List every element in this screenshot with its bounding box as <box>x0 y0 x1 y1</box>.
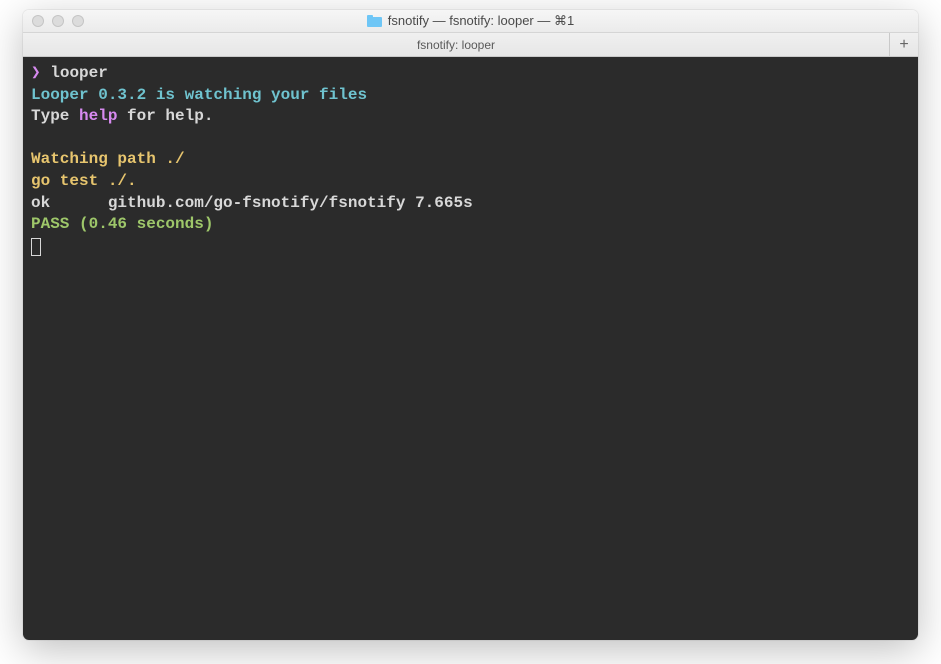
minimize-icon[interactable] <box>52 15 64 27</box>
ok-line: ok github.com/go-fsnotify/fsnotify 7.665… <box>31 193 910 215</box>
blank-line <box>31 128 910 150</box>
titlebar: fsnotify — fsnotify: looper — ⌘1 <box>23 10 918 33</box>
pass-line: PASS (0.46 seconds) <box>31 214 910 236</box>
banner-line: Looper 0.3.2 is watching your files <box>31 85 910 107</box>
tabbar: fsnotify: looper + <box>23 33 918 57</box>
new-tab-button[interactable]: + <box>890 33 918 56</box>
terminal-body[interactable]: ❯ looperLooper 0.3.2 is watching your fi… <box>23 57 918 640</box>
help-post: for help. <box>117 107 213 125</box>
terminal-window: fsnotify — fsnotify: looper — ⌘1 fsnotif… <box>23 10 918 640</box>
help-line: Type help for help. <box>31 106 910 128</box>
traffic-lights <box>23 15 84 27</box>
cursor-line <box>31 236 910 259</box>
command-text: looper <box>50 64 108 82</box>
tab-label: fsnotify: looper <box>417 38 495 52</box>
close-icon[interactable] <box>32 15 44 27</box>
watching-line: Watching path ./ <box>31 149 910 171</box>
cursor-icon <box>31 238 41 256</box>
gotest-line: go test ./. <box>31 171 910 193</box>
prompt-symbol: ❯ <box>31 64 41 82</box>
help-keyword: help <box>79 107 117 125</box>
prompt-line: ❯ looper <box>31 63 910 85</box>
folder-icon <box>367 15 382 27</box>
window-title: fsnotify — fsnotify: looper — ⌘1 <box>23 13 918 29</box>
window-title-text: fsnotify — fsnotify: looper — ⌘1 <box>388 13 574 29</box>
plus-icon: + <box>899 36 908 54</box>
tab-fsnotify-looper[interactable]: fsnotify: looper <box>23 33 890 56</box>
help-pre: Type <box>31 107 79 125</box>
zoom-icon[interactable] <box>72 15 84 27</box>
